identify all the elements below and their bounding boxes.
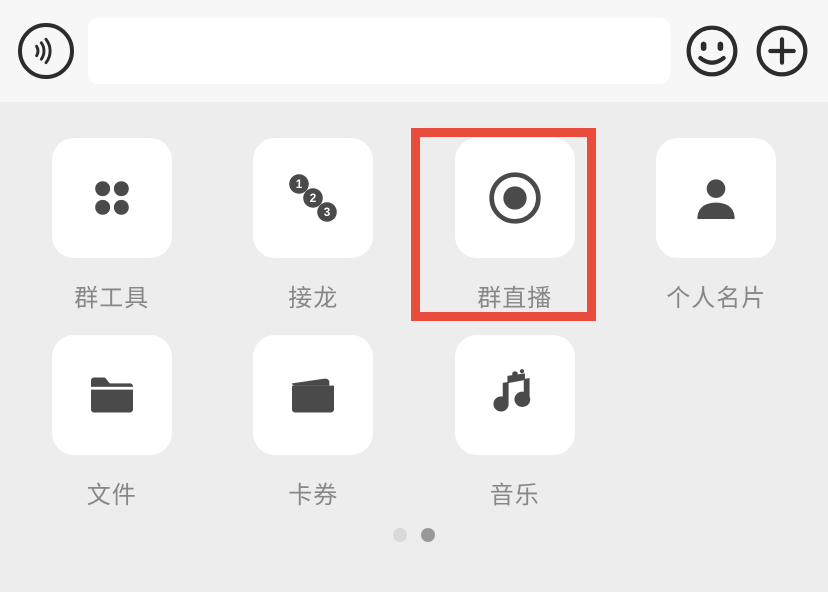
tool-label: 群工具 [74, 278, 149, 313]
tool-file[interactable]: 文件 [38, 335, 186, 510]
tool-tile: 1 2 3 [253, 138, 373, 258]
person-icon [688, 170, 744, 226]
music-icon [487, 367, 543, 423]
input-topbar [0, 0, 828, 102]
plus-button[interactable] [754, 23, 810, 79]
voice-toggle-button[interactable] [18, 23, 74, 79]
message-input[interactable] [88, 18, 670, 84]
tool-label: 个人名片 [666, 278, 766, 313]
pagination-dots [38, 528, 790, 542]
tool-tile [455, 138, 575, 258]
tool-tile [656, 138, 776, 258]
chain-123-icon: 1 2 3 [285, 170, 341, 226]
record-circle-icon [487, 170, 543, 226]
tool-coupon[interactable]: 卡券 [240, 335, 388, 510]
folder-icon [84, 367, 140, 423]
attachment-panel: 群工具 1 2 3 接龙 [0, 102, 828, 542]
page-dot-0[interactable] [393, 528, 407, 542]
plus-circle-icon [754, 23, 810, 79]
tool-label: 音乐 [490, 475, 540, 510]
tool-tile [455, 335, 575, 455]
emoji-button[interactable] [684, 23, 740, 79]
tool-tile [253, 335, 373, 455]
svg-text:3: 3 [324, 206, 331, 219]
tool-label: 卡券 [288, 475, 338, 510]
tool-contact-card[interactable]: 个人名片 [643, 138, 791, 313]
tool-label: 接龙 [288, 278, 338, 313]
smile-icon [684, 23, 740, 79]
tool-label: 文件 [87, 475, 137, 510]
voice-waves-icon [32, 37, 60, 65]
svg-text:1: 1 [296, 178, 303, 191]
tool-group-live[interactable]: 群直播 [441, 138, 589, 313]
tool-tile [52, 335, 172, 455]
tool-group-tools[interactable]: 群工具 [38, 138, 186, 313]
page-dot-1[interactable] [421, 528, 435, 542]
grid-dots-icon [84, 170, 140, 226]
tool-grid: 群工具 1 2 3 接龙 [38, 138, 790, 510]
wallet-icon [285, 367, 341, 423]
tool-chain[interactable]: 1 2 3 接龙 [240, 138, 388, 313]
svg-text:2: 2 [310, 192, 317, 205]
tool-label: 群直播 [477, 278, 552, 313]
tool-empty [643, 335, 791, 510]
tool-music[interactable]: 音乐 [441, 335, 589, 510]
tool-tile [52, 138, 172, 258]
